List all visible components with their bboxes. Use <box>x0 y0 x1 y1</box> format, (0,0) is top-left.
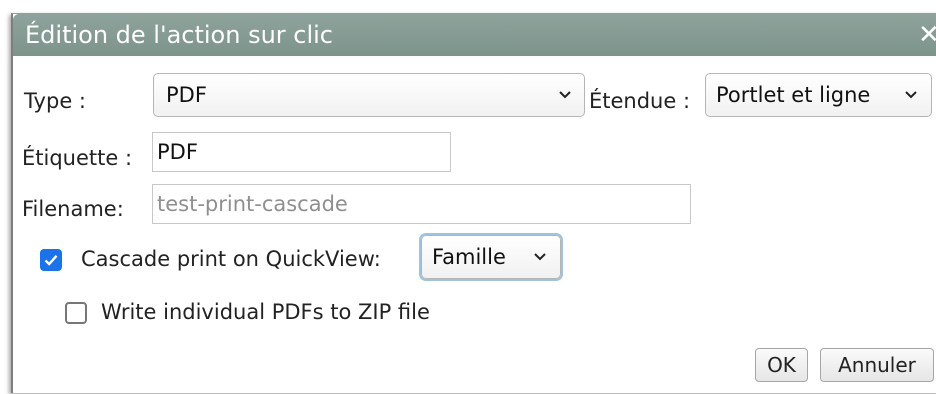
type-select-value: PDF <box>166 83 207 107</box>
scope-label: Étendue : <box>589 89 691 113</box>
cascade-select-value: Famille <box>432 245 506 269</box>
cancel-button-label: Annuler <box>838 353 916 377</box>
dialog-title: Édition de l'action sur clic <box>25 21 334 49</box>
type-select[interactable]: PDF <box>153 73 585 117</box>
etiquette-label: Étiquette : <box>22 146 133 170</box>
zip-label: Write individual PDFs to ZIP file <box>101 300 430 324</box>
cascade-checkbox[interactable] <box>40 249 62 271</box>
cancel-button[interactable]: Annuler <box>820 348 934 382</box>
click-action-dialog: Édition de l'action sur clic ✕ Type : PD… <box>11 13 936 393</box>
dialog-titlebar[interactable]: Édition de l'action sur clic ✕ <box>13 14 936 56</box>
chevron-down-icon <box>534 253 546 261</box>
filename-placeholder: test-print-cascade <box>157 192 348 216</box>
etiquette-input-value: PDF <box>157 140 198 164</box>
cascade-select[interactable]: Famille <box>421 235 561 279</box>
chevron-down-icon <box>559 91 571 99</box>
filename-input[interactable]: test-print-cascade <box>152 184 691 224</box>
ok-button[interactable]: OK <box>755 348 808 382</box>
scope-select[interactable]: Portlet et ligne <box>705 73 932 117</box>
type-label: Type : <box>24 89 86 113</box>
etiquette-input[interactable]: PDF <box>152 132 451 172</box>
checkmark-icon <box>44 255 58 266</box>
cascade-label: Cascade print on QuickView: <box>81 247 381 271</box>
chevron-down-icon <box>905 91 917 99</box>
scope-select-value: Portlet et ligne <box>716 83 871 107</box>
ok-button-label: OK <box>767 353 796 377</box>
zip-checkbox[interactable] <box>65 302 87 324</box>
filename-label: Filename: <box>22 197 124 221</box>
close-icon[interactable]: ✕ <box>918 14 936 56</box>
